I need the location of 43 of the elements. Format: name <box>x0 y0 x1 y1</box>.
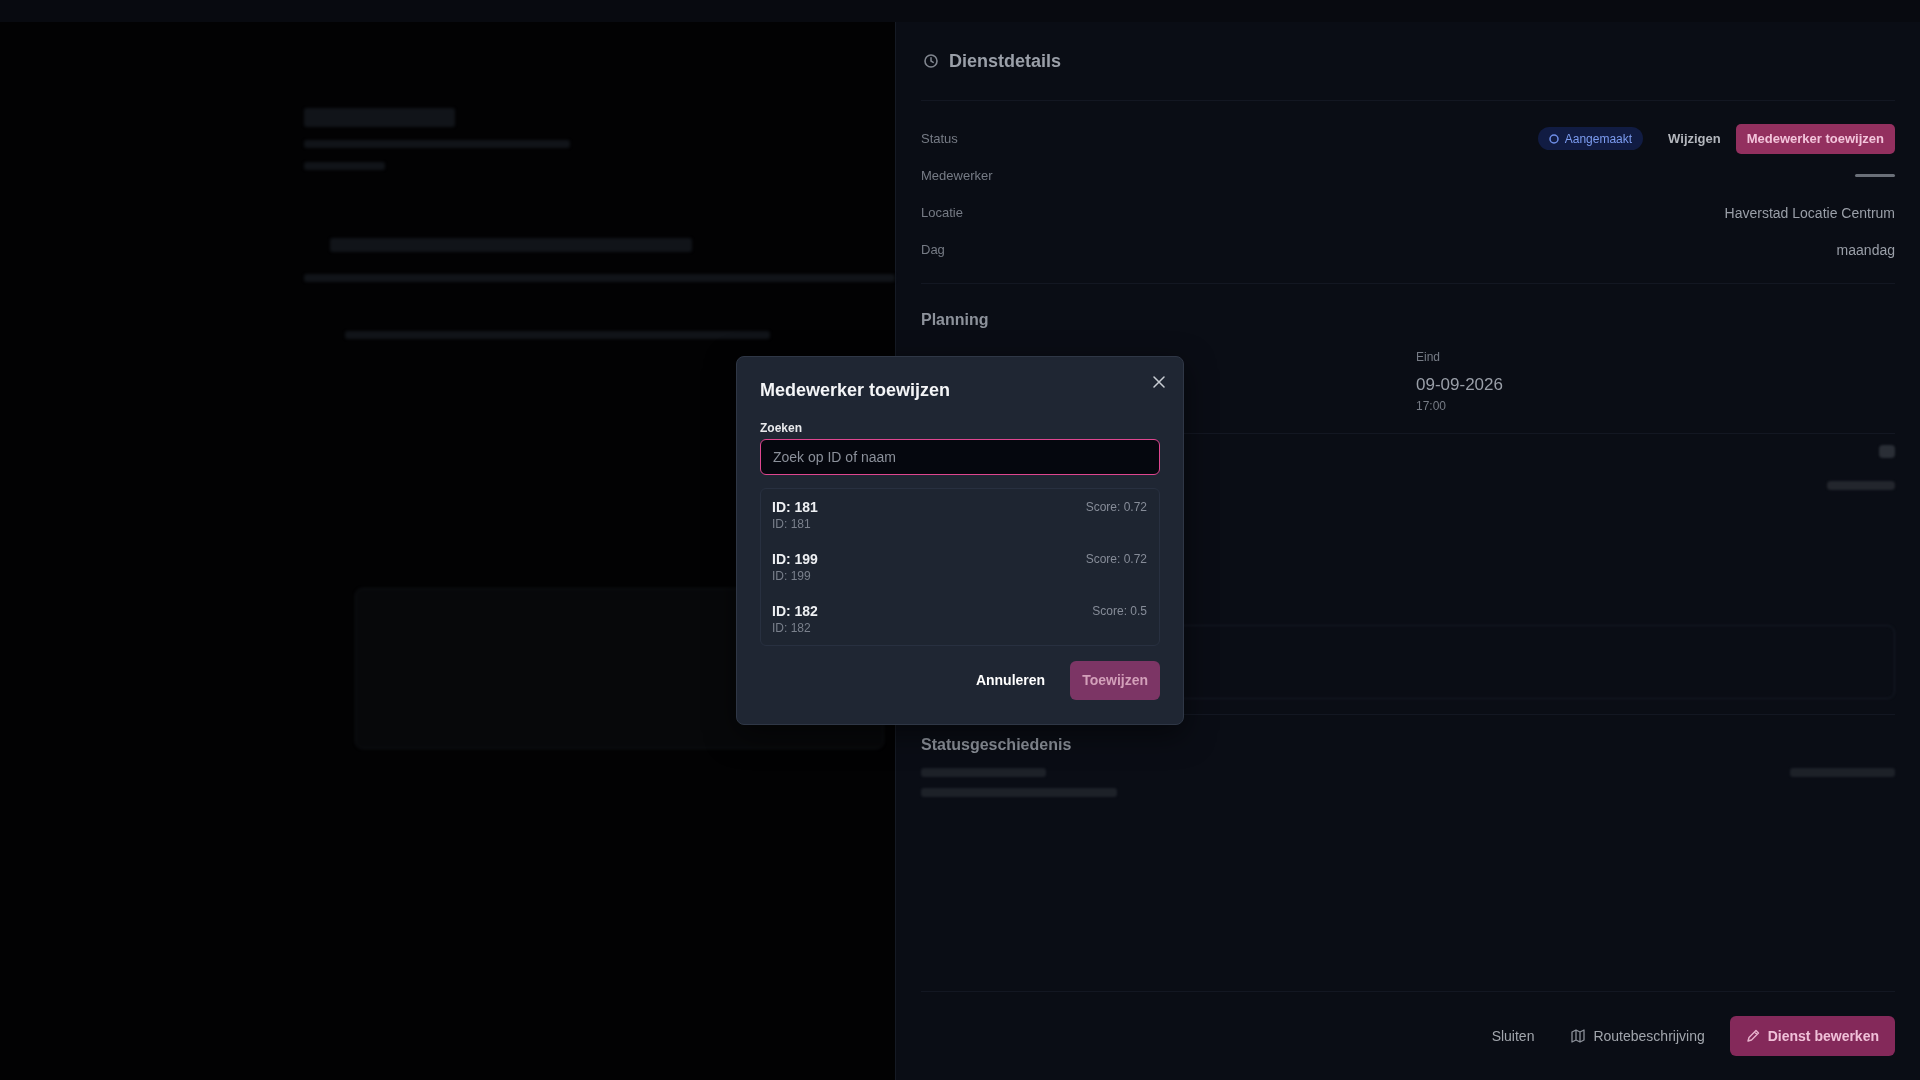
detail-label: Status <box>921 131 958 146</box>
end-time: 17:00 <box>1416 399 1447 413</box>
result-item[interactable]: ID: 181 ID: 181 Score: 0.72 <box>761 488 1159 541</box>
result-id: ID: 182 <box>772 619 811 636</box>
dialog-title: Medewerker toewijzen <box>760 378 951 402</box>
cancel-button[interactable]: Annuleren <box>959 660 1062 700</box>
close-icon <box>1153 375 1165 388</box>
detail-label: Locatie <box>921 205 963 220</box>
result-score: Score: 0.72 <box>1085 550 1147 568</box>
directions-button[interactable]: Routebeschrijving <box>1559 1016 1717 1056</box>
detail-label: Dag <box>921 242 945 257</box>
section-title: Planning <box>921 310 989 330</box>
edit-status-button[interactable]: Wijzigen <box>1657 123 1732 154</box>
status-label: Aangemaakt <box>1564 131 1633 146</box>
search-field[interactable]: Zoek op ID of naam <box>760 438 1160 475</box>
section-title: Statusgeschiedenis <box>921 735 1072 755</box>
close-panel-button[interactable]: Sluiten <box>1479 1016 1547 1056</box>
detail-value: maandag <box>1836 241 1895 258</box>
pencil-icon <box>1745 1029 1760 1043</box>
result-name: ID: 182 <box>772 601 818 620</box>
blurred-badge <box>1827 480 1895 490</box>
blurred-badge <box>1879 444 1895 458</box>
result-id: ID: 181 <box>772 515 811 532</box>
result-id: ID: 199 <box>772 567 811 584</box>
map-icon <box>1571 1029 1586 1043</box>
empty-value-line <box>1855 174 1895 177</box>
end-label: Eind <box>1416 349 1441 365</box>
clock-icon <box>924 54 938 68</box>
result-score: Score: 0.72 <box>1085 498 1147 516</box>
close-button[interactable] <box>1152 374 1166 389</box>
result-name: ID: 181 <box>772 497 818 516</box>
result-score: Score: 0.5 <box>1092 602 1147 620</box>
detail-value: Haverstad Locatie Centrum <box>1724 204 1895 221</box>
assign-button[interactable]: Medewerker toewijzen <box>1735 123 1895 154</box>
circle-icon <box>1548 133 1559 144</box>
search-label: Zoeken <box>760 420 802 435</box>
edit-shift-button[interactable]: Dienst bewerken <box>1729 1016 1895 1056</box>
result-item[interactable]: ID: 182 ID: 182 Score: 0.5 <box>761 592 1159 645</box>
result-item[interactable]: ID: 199 ID: 199 Score: 0.72 <box>761 540 1159 593</box>
panel-title: Dienstdetails <box>949 50 1062 72</box>
result-name: ID: 199 <box>772 549 818 568</box>
detail-label: Medewerker <box>921 168 993 183</box>
end-date: 09-09-2026 <box>1416 374 1503 396</box>
